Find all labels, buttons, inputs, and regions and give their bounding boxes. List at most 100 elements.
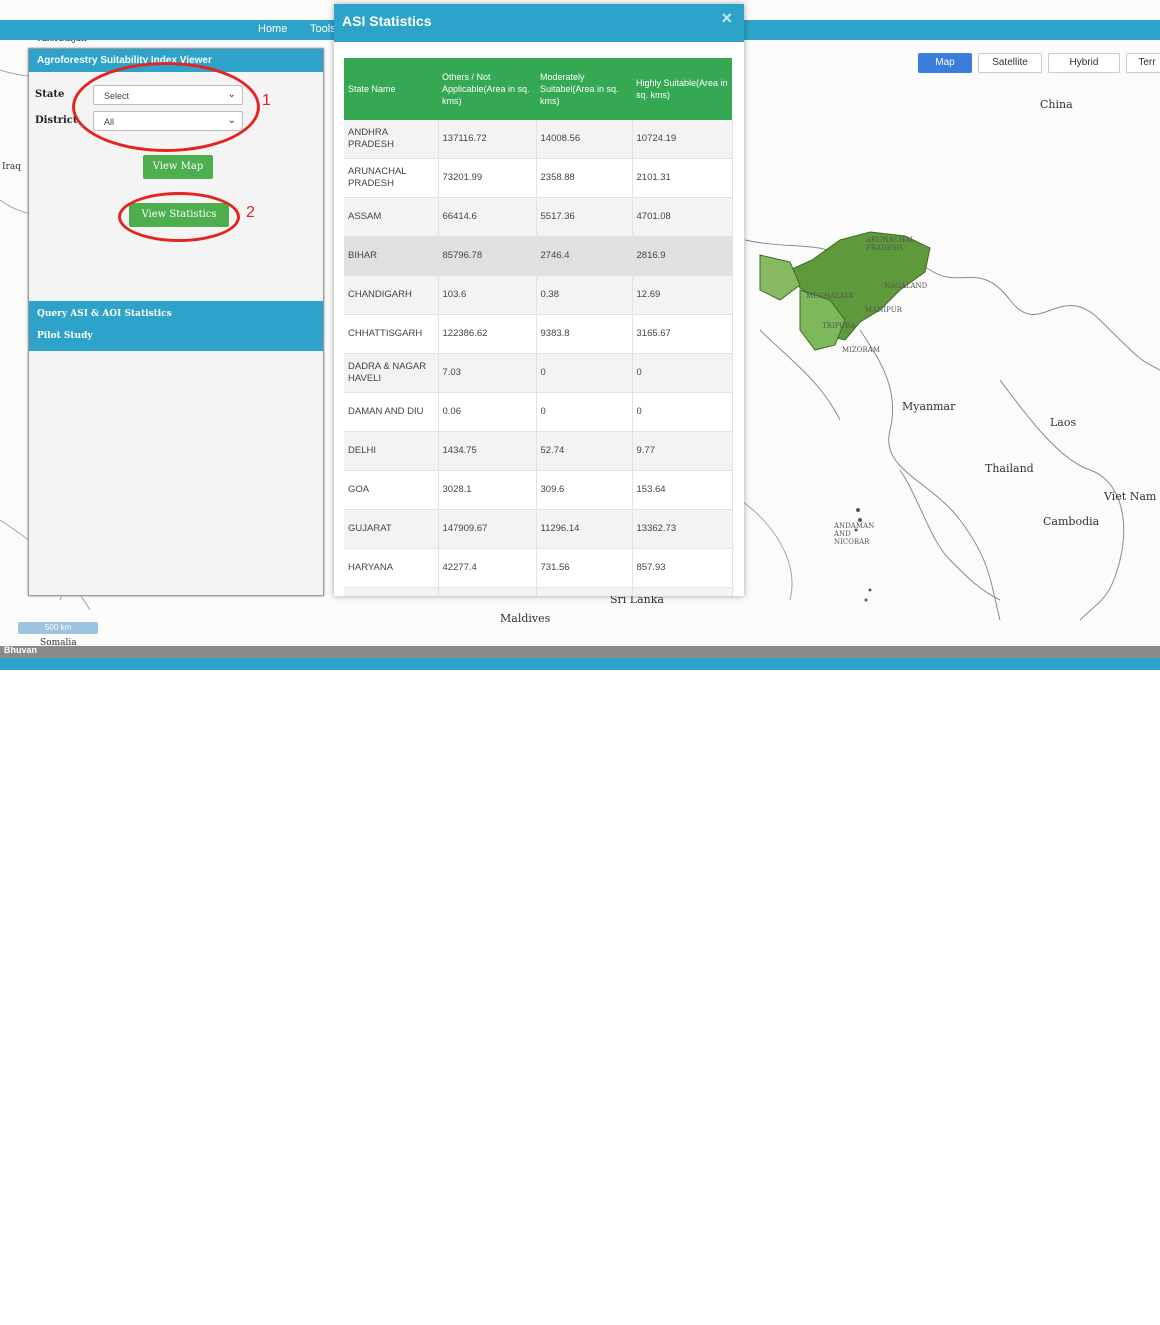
- table-row[interactable]: ARUNACHAL PRADESH 73201.99 2358.88 2101.31: [344, 158, 733, 198]
- column-header: State Name: [344, 58, 438, 120]
- area-value-cell: 2746.4: [536, 236, 633, 276]
- state-name-cell: DADRA & NAGAR HAVELI: [344, 353, 439, 393]
- area-value-cell: 12.69: [632, 275, 733, 315]
- label-laos: Laos: [1050, 416, 1077, 429]
- label-cambodia: Cambodia: [1043, 515, 1100, 528]
- scale-bar: 500 km: [18, 622, 98, 634]
- table-row[interactable]: CHANDIGARH 103.6 0.38 12.69: [344, 275, 733, 315]
- area-value-cell: 0.06: [438, 392, 537, 432]
- state-name-cell: CHANDIGARH: [344, 275, 439, 315]
- view-map-button[interactable]: View Map: [143, 155, 213, 179]
- label-maldives: Maldives: [500, 612, 551, 625]
- area-value-cell: 13362.73: [632, 509, 733, 549]
- area-value-cell: 9.77: [632, 431, 733, 471]
- area-value-cell: 3507.29: [536, 587, 633, 596]
- annotation-number-1: 1: [262, 92, 271, 109]
- label-mizoram: MIZORAM: [842, 346, 881, 354]
- area-value-cell: 11296.14: [536, 509, 633, 549]
- area-value-cell: 0: [632, 392, 733, 432]
- footer-contact-link[interactable]: Contact us: [1112, 1316, 1150, 1325]
- close-icon[interactable]: ×: [721, 8, 732, 29]
- nav-tools-link[interactable]: Tools: [310, 23, 336, 35]
- area-value-cell: 73201.99: [438, 158, 537, 198]
- table-header-row: State Name Others / Not Applicable(Area …: [344, 58, 732, 120]
- area-value-cell: 122386.62: [438, 314, 537, 354]
- maptype-hybrid-button[interactable]: Hybrid: [1048, 53, 1120, 73]
- footer-left-text: Ministry of Earth Sciences: [6, 1316, 99, 1325]
- area-value-cell: 0: [632, 353, 733, 393]
- nav-home-link[interactable]: Home: [258, 23, 287, 35]
- state-name-cell: GOA: [344, 470, 439, 510]
- status-bar: [0, 646, 1160, 658]
- annotation-ellipse-2: [118, 192, 240, 242]
- label-andaman: ANDAMAN AND NICOBAR: [834, 522, 875, 546]
- maptype-label: Hybrid: [1069, 57, 1099, 68]
- label-myanmar: Myanmar: [902, 400, 956, 413]
- area-value-cell: 2358.88: [536, 158, 633, 198]
- table-row[interactable]: BIHAR 85796.78 2746.4 2816.9: [344, 236, 733, 276]
- state-name-cell: DAMAN AND DIU: [344, 392, 439, 432]
- state-name-cell: HIMACHAL PRADESH: [344, 587, 439, 596]
- table-row[interactable]: DADRA & NAGAR HAVELI 7.03 0 0: [344, 353, 733, 393]
- area-value-cell: 857.93: [632, 548, 733, 588]
- area-value-cell: 66414.6: [438, 197, 537, 237]
- table-row[interactable]: GUJARAT 147909.67 11296.14 13362.73: [344, 509, 733, 549]
- table-row[interactable]: DELHI 1434.75 52.74 9.77: [344, 431, 733, 471]
- area-value-cell: 4701.08: [632, 197, 733, 237]
- maptype-label: Satellite: [992, 57, 1028, 68]
- label-iraq: Iraq: [2, 162, 21, 172]
- state-label: State: [35, 89, 65, 100]
- column-header: Others / Not Applicable(Area in sq. kms): [438, 58, 536, 120]
- area-value-cell: 731.56: [536, 548, 633, 588]
- maptype-label: Terr: [1138, 57, 1156, 68]
- asi-statistics-modal: ASI Statistics × State Name Others / Not…: [334, 4, 744, 596]
- table-row[interactable]: GOA 3028.1 309.6 153.64: [344, 470, 733, 510]
- column-header: Highly Suitable(Area in sq. kms): [632, 58, 732, 120]
- label-manipur: MANIPUR: [865, 306, 902, 314]
- state-name-cell: ASSAM: [344, 197, 439, 237]
- maptype-label: Map: [935, 57, 955, 68]
- label-thailand: Thailand: [985, 462, 1034, 475]
- area-value-cell: 9383.8: [536, 314, 633, 354]
- table-row[interactable]: ASSAM 66414.6 5517.36 4701.08: [344, 197, 733, 237]
- pilot-study-link[interactable]: Pilot Study: [37, 331, 93, 341]
- area-value-cell: 7.03: [438, 353, 537, 393]
- table-row[interactable]: HIMACHAL PRADESH49606.553507.292285.86: [344, 587, 733, 596]
- area-value-cell: 42277.4: [438, 548, 537, 588]
- query-asi-aoi-link[interactable]: Query ASI & AOI Statistics: [37, 309, 172, 319]
- district-label: District: [35, 115, 78, 126]
- statistics-table-container[interactable]: State Name Others / Not Applicable(Area …: [344, 58, 734, 596]
- area-value-cell: 2816.9: [632, 236, 733, 276]
- footer-bar: Ministry of Earth Sciences Contact us: [0, 658, 1160, 1325]
- state-name-cell: ARUNACHAL PRADESH: [344, 158, 439, 198]
- maptype-map-button[interactable]: Map: [918, 53, 972, 73]
- maptype-satellite-button[interactable]: Satellite: [978, 53, 1042, 73]
- query-section: Query ASI & AOI Statistics Pilot Study: [29, 301, 323, 351]
- area-value-cell: 0.38: [536, 275, 633, 315]
- table-row[interactable]: ANDHRA PRADESH 137116.72 14008.56 10724.19: [344, 120, 733, 159]
- state-name-cell: GUJARAT: [344, 509, 439, 549]
- annotation-number-2: 2: [246, 204, 255, 221]
- column-header: Moderately Suitabel(Area in sq. kms): [536, 58, 632, 120]
- label-vietnam: Viet Nam: [1104, 490, 1157, 503]
- area-value-cell: 49606.55: [438, 587, 537, 596]
- state-name-cell: BIHAR: [344, 236, 439, 276]
- area-value-cell: 0: [536, 392, 633, 432]
- state-name-cell: CHHATTISGARH: [344, 314, 439, 354]
- table-row[interactable]: CHHATTISGARH 122386.62 9383.8 3165.67: [344, 314, 733, 354]
- area-value-cell: 2101.31: [632, 158, 733, 198]
- table-row[interactable]: DAMAN AND DIU 0.06 0 0: [344, 392, 733, 432]
- label-nagaland: NAGALAND: [884, 282, 928, 290]
- table-row[interactable]: HARYANA 42277.4 731.56 857.93: [344, 548, 733, 588]
- label-meghalaya: MEGHALAYA: [806, 292, 854, 300]
- state-name-cell: ANDHRA PRADESH: [344, 120, 439, 159]
- area-value-cell: 103.6: [438, 275, 537, 315]
- modal-title: ASI Statistics: [342, 13, 432, 29]
- maptype-terrain-button[interactable]: Terr: [1126, 53, 1160, 73]
- area-value-cell: 3165.67: [632, 314, 733, 354]
- label-china: China: [1040, 98, 1073, 111]
- area-value-cell: 14008.56: [536, 120, 633, 159]
- area-value-cell: 0: [536, 353, 633, 393]
- state-name-cell: HARYANA: [344, 548, 439, 588]
- area-value-cell: 10724.19: [632, 120, 733, 159]
